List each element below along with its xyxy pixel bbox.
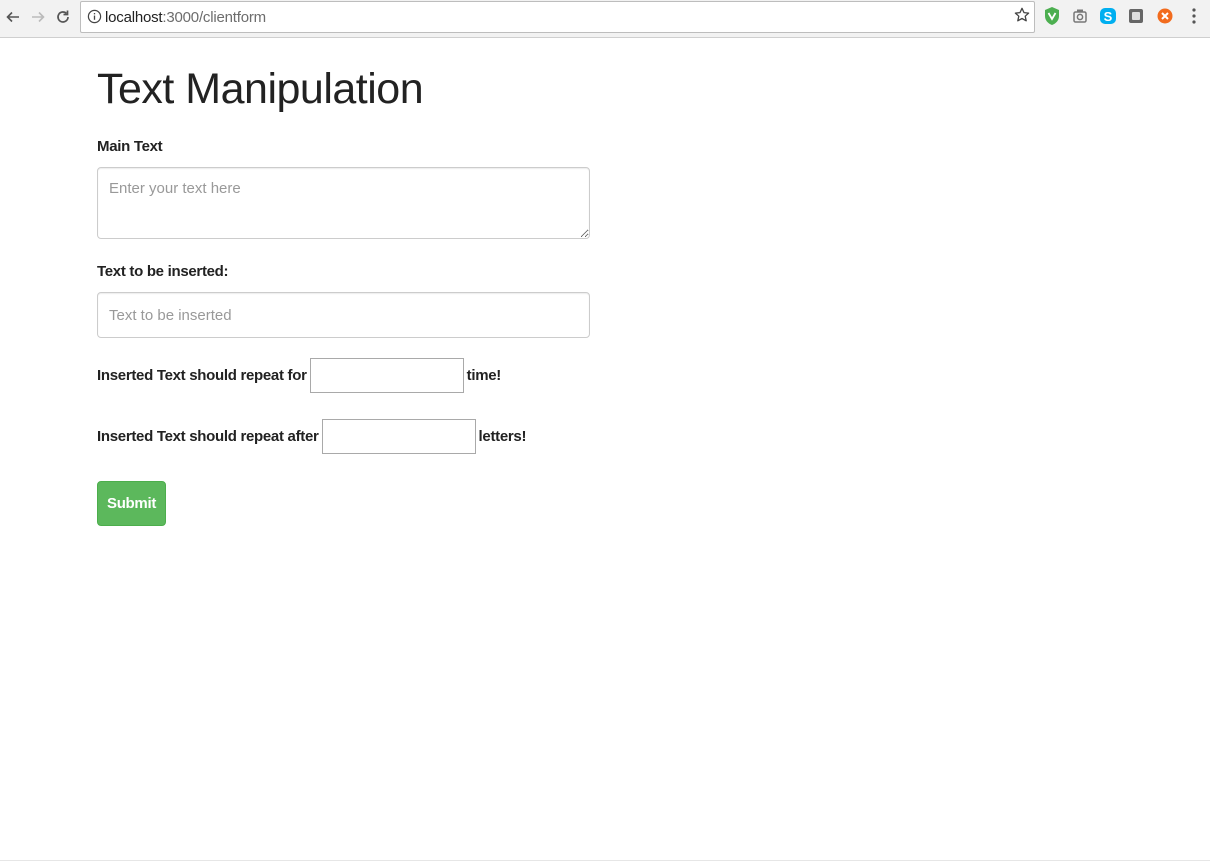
more-menu-icon[interactable]	[1190, 7, 1198, 25]
shield-extension-icon[interactable]	[1043, 6, 1061, 26]
skype-extension-icon[interactable]: S	[1099, 6, 1117, 26]
forward-arrow-icon[interactable]	[27, 6, 49, 28]
repeat-after-input[interactable]	[321, 418, 476, 454]
bookmark-star-icon[interactable]	[1014, 7, 1030, 23]
address-bar[interactable]: localhost:3000/clientform	[80, 1, 1035, 33]
repeat-times-row: Inserted Text should repeat for time!	[97, 357, 501, 393]
main-text-area[interactable]	[97, 167, 590, 239]
svg-text:S: S	[1104, 9, 1113, 24]
url-text: localhost:3000/clientform	[105, 9, 266, 26]
repeat-times-suffix: time!	[466, 366, 502, 384]
repeat-after-suffix: letters!	[478, 427, 527, 445]
back-arrow-icon[interactable]	[2, 6, 24, 28]
repeat-times-prefix: Inserted Text should repeat for	[97, 366, 307, 384]
repeat-after-row: Inserted Text should repeat after letter…	[97, 418, 526, 454]
insert-text-label: Text to be inserted:	[97, 263, 229, 280]
submit-button[interactable]: Submit	[97, 481, 166, 526]
reload-icon[interactable]	[52, 6, 74, 28]
url-path: :3000/clientform	[162, 9, 266, 26]
camera-extension-icon[interactable]	[1071, 6, 1089, 26]
repeat-after-prefix: Inserted Text should repeat after	[97, 427, 319, 445]
info-icon[interactable]	[87, 9, 102, 24]
close-circle-extension-icon[interactable]	[1156, 6, 1174, 26]
insert-text-input[interactable]	[97, 292, 590, 338]
page-title: Text Manipulation	[97, 65, 424, 113]
browser-toolbar: localhost:3000/clientform S	[0, 0, 1210, 38]
repeat-times-input[interactable]	[309, 357, 464, 393]
bottom-divider	[0, 860, 1210, 861]
square-extension-icon[interactable]	[1127, 6, 1145, 26]
main-text-label: Main Text	[97, 138, 163, 155]
url-host: localhost	[105, 9, 163, 26]
